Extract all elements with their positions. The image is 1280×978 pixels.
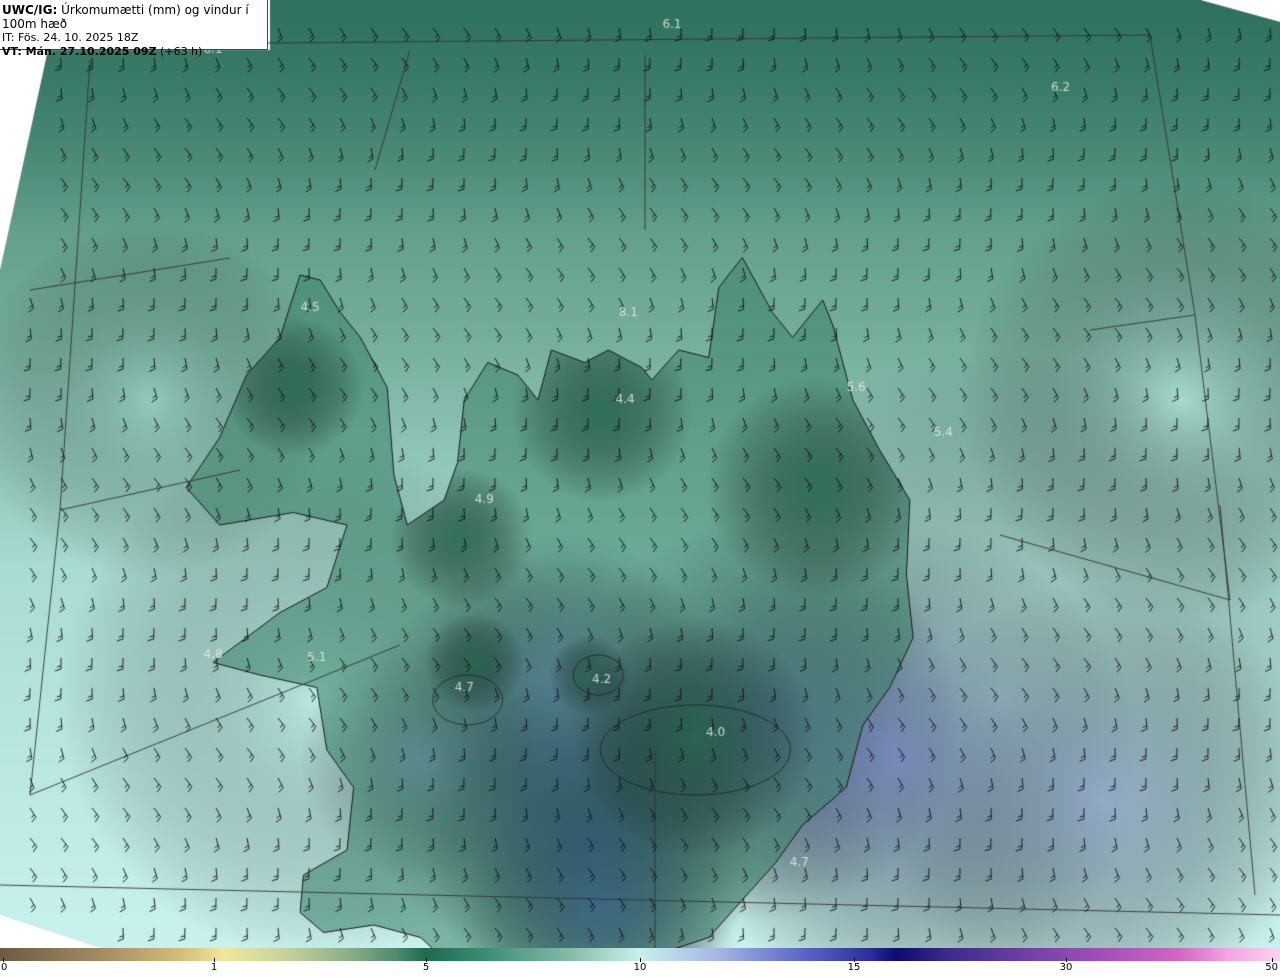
colorbar-tick-label: 5 — [422, 962, 430, 973]
precipitation-map[interactable] — [0, 0, 1280, 948]
colorbar-tick-label: 50 — [1265, 962, 1278, 973]
valid-time: VT: Mán. 27.10.2025 09Z — [2, 45, 157, 58]
init-time: IT: Fös. 24. 10. 2025 18Z — [2, 31, 139, 44]
colorbar-tick-label: 1 — [210, 962, 218, 973]
colorbar-tick-label: 15 — [847, 962, 861, 973]
colorbar-tick-label: 0 — [1, 962, 8, 973]
lead-time: (+63 h) — [156, 45, 203, 58]
colorbar: 0 1 5 10 15 30 50 — [0, 948, 1280, 978]
colorbar-tick-label: 10 — [633, 962, 647, 973]
model-label: UWC/IG: — [2, 3, 58, 17]
info-box: UWC/IG: Úrkomumætti (mm) og vindur í 100… — [0, 0, 268, 58]
colorbar-tick-label: 30 — [1059, 962, 1073, 973]
